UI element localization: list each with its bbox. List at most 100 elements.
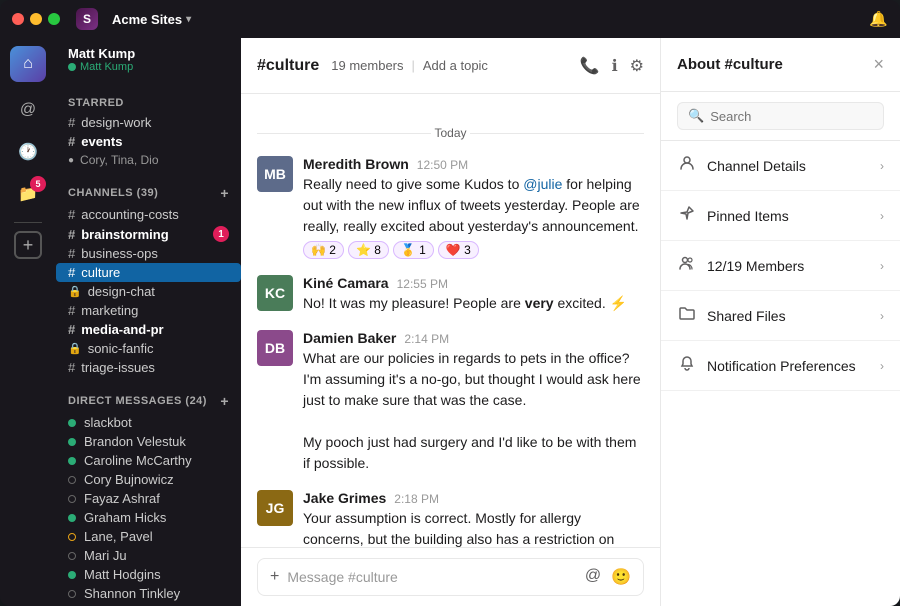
sidebar-item-sonic-fanfic[interactable]: 🔒 sonic-fanfic [56,339,241,358]
info-icon[interactable]: ℹ [612,56,618,76]
sidebar-item-label: marketing [81,303,138,318]
away-dot [68,533,76,541]
home-icon-item[interactable]: ⌂ [10,46,46,82]
msg-text-m3: What are our policies in regards to pets… [303,348,644,474]
starred-section: STARRED # design-work # events ● Cory, T… [56,97,241,169]
msg-header-m1: Meredith Brown 12:50 PM [303,156,644,172]
msg-author-m3: Damien Baker [303,330,396,346]
panel-item-pinned-label: Pinned Items [707,208,789,224]
channels-section: CHANNELS (39) + # accounting-costs # bra… [56,185,241,377]
msg-time-m3: 2:14 PM [404,332,449,346]
user-status[interactable]: Matt Kump Matt Kump [56,38,241,81]
mention: @julie [523,176,562,192]
add-topic[interactable]: Add a topic [423,58,488,73]
mentions-icon-item[interactable]: @ [10,92,46,128]
close-button[interactable] [12,13,24,25]
reaction-item[interactable]: ❤️ 3 [438,241,479,259]
message-content-m3: Damien Baker 2:14 PM What are our polici… [303,330,644,474]
avatar-kine: KC [257,275,293,311]
close-panel-icon[interactable]: × [873,54,884,75]
sidebar-item-label: Cory Bujnowicz [84,472,174,487]
workspace-name-label: Acme Sites [112,12,182,27]
msg-header-m2: Kiné Camara 12:55 PM [303,275,644,291]
add-channel-icon[interactable]: + [220,185,229,201]
msg-time-m1: 12:50 PM [417,158,468,172]
sidebar-item-design-work[interactable]: # design-work [56,113,241,132]
panel-item-left: 12/19 Members [677,255,804,276]
msg-author-m2: Kiné Camara [303,275,389,291]
at-icon[interactable]: @ [585,567,601,587]
sidebar-item-lane-pavel[interactable]: Lane, Pavel [56,527,241,546]
panel-item-channel-details[interactable]: Channel Details › [661,141,900,191]
hash-icon: # [68,134,75,149]
add-dm-icon[interactable]: + [220,393,229,409]
chat-channel-title: #culture [257,57,319,75]
sidebar-item-brandon-velestuk[interactable]: Brandon Velestuk [56,432,241,451]
panel-item-pinned[interactable]: Pinned Items › [661,191,900,241]
reaction-item[interactable]: ⭐ 8 [348,241,389,259]
message-input[interactable]: Message #culture [287,569,576,585]
panel-item-left: Channel Details [677,155,806,176]
bold-text: very [525,295,554,311]
avatar-meredith: MB [257,156,293,192]
hash-icon: # [68,303,75,318]
activity-icon-item[interactable]: 🕐 [10,134,46,170]
sidebar-item-accounting-costs[interactable]: # accounting-costs [56,205,241,224]
sidebar-item-caroline-mccarthy[interactable]: Caroline McCarthy [56,451,241,470]
panel-item-members[interactable]: 12/19 Members › [661,241,900,291]
workspace-name[interactable]: Acme Sites ▾ [112,12,191,27]
starred-header: STARRED [56,97,241,113]
sidebar-item-label: design-work [81,115,151,130]
minimize-button[interactable] [30,13,42,25]
traffic-lights [12,13,60,25]
avatar-damien: DB [257,330,293,366]
sidebar-item-marketing[interactable]: # marketing [56,301,241,320]
attach-icon[interactable]: + [270,568,279,586]
sidebar-item-business-ops[interactable]: # business-ops [56,244,241,263]
sidebar-item-label: Mari Ju [84,548,127,563]
sidebar-item-shannon-tinkley[interactable]: Shannon Tinkley [56,584,241,603]
search-icon: 🔍 [688,108,704,124]
sidebar-item-culture[interactable]: # culture [56,263,241,282]
messages-list: Today MB Meredith Brown 12:50 PM Really … [241,94,660,547]
bell-icon[interactable]: 🔔 [869,10,888,29]
sidebar-item-events[interactable]: # events [56,132,241,151]
call-icon[interactable]: 📞 [580,56,600,76]
msg-text-m1: Really need to give some Kudos to @julie… [303,174,644,237]
sidebar-item-fayaz-ashraf[interactable]: Fayaz Ashraf [56,489,241,508]
panel-item-left: Pinned Items [677,205,789,226]
message-m2: KC Kiné Camara 12:55 PM No! It was my pl… [257,275,644,314]
sidebar-item-slackbot[interactable]: slackbot [56,413,241,432]
sidebar-item-graham-hicks[interactable]: Graham Hicks [56,508,241,527]
panel-search-input[interactable] [710,109,886,124]
maximize-button[interactable] [48,13,60,25]
chevron-right-icon: › [880,209,884,223]
emoji-icon[interactable]: 🙂 [611,567,631,587]
offline-dot [68,590,76,598]
panel-item-notifications[interactable]: Notification Preferences › [661,341,900,391]
offline-dot [68,495,76,503]
sidebar-item-mari-ju[interactable]: Mari Ju [56,546,241,565]
sidebar-item-media-and-pr[interactable]: # media-and-pr [56,320,241,339]
sidebar-item-label: Graham Hicks [84,510,166,525]
settings-icon[interactable]: ⚙ [630,56,644,76]
sidebar-item-matt-hodgins[interactable]: Matt Hodgins [56,565,241,584]
pin-icon [677,205,697,226]
divider: | [412,58,415,73]
message-content-m1: Meredith Brown 12:50 PM Really need to g… [303,156,644,259]
hash-icon: # [68,322,75,337]
panel-item-shared-files[interactable]: Shared Files › [661,291,900,341]
sidebar-item-brainstorming[interactable]: # brainstorming 1 [56,224,241,244]
msg-text-m2: No! It was my pleasure! People are very … [303,293,644,314]
reaction-item[interactable]: 🙌 2 [303,241,344,259]
presence-dot [68,63,76,71]
files-icon-item[interactable]: 📁 5 [10,176,46,212]
sidebar-item-design-chat[interactable]: 🔒 design-chat [56,282,241,301]
sidebar-item-cory-bujnowicz[interactable]: Cory Bujnowicz [56,470,241,489]
add-workspace-icon[interactable]: + [14,231,42,259]
hash-icon: # [68,207,75,222]
offline-dot [68,552,76,560]
sidebar-item-cory-tina-dio[interactable]: ● Cory, Tina, Dio [56,151,241,169]
reaction-item[interactable]: 🥇 1 [393,241,434,259]
sidebar-item-triage-issues[interactable]: # triage-issues [56,358,241,377]
